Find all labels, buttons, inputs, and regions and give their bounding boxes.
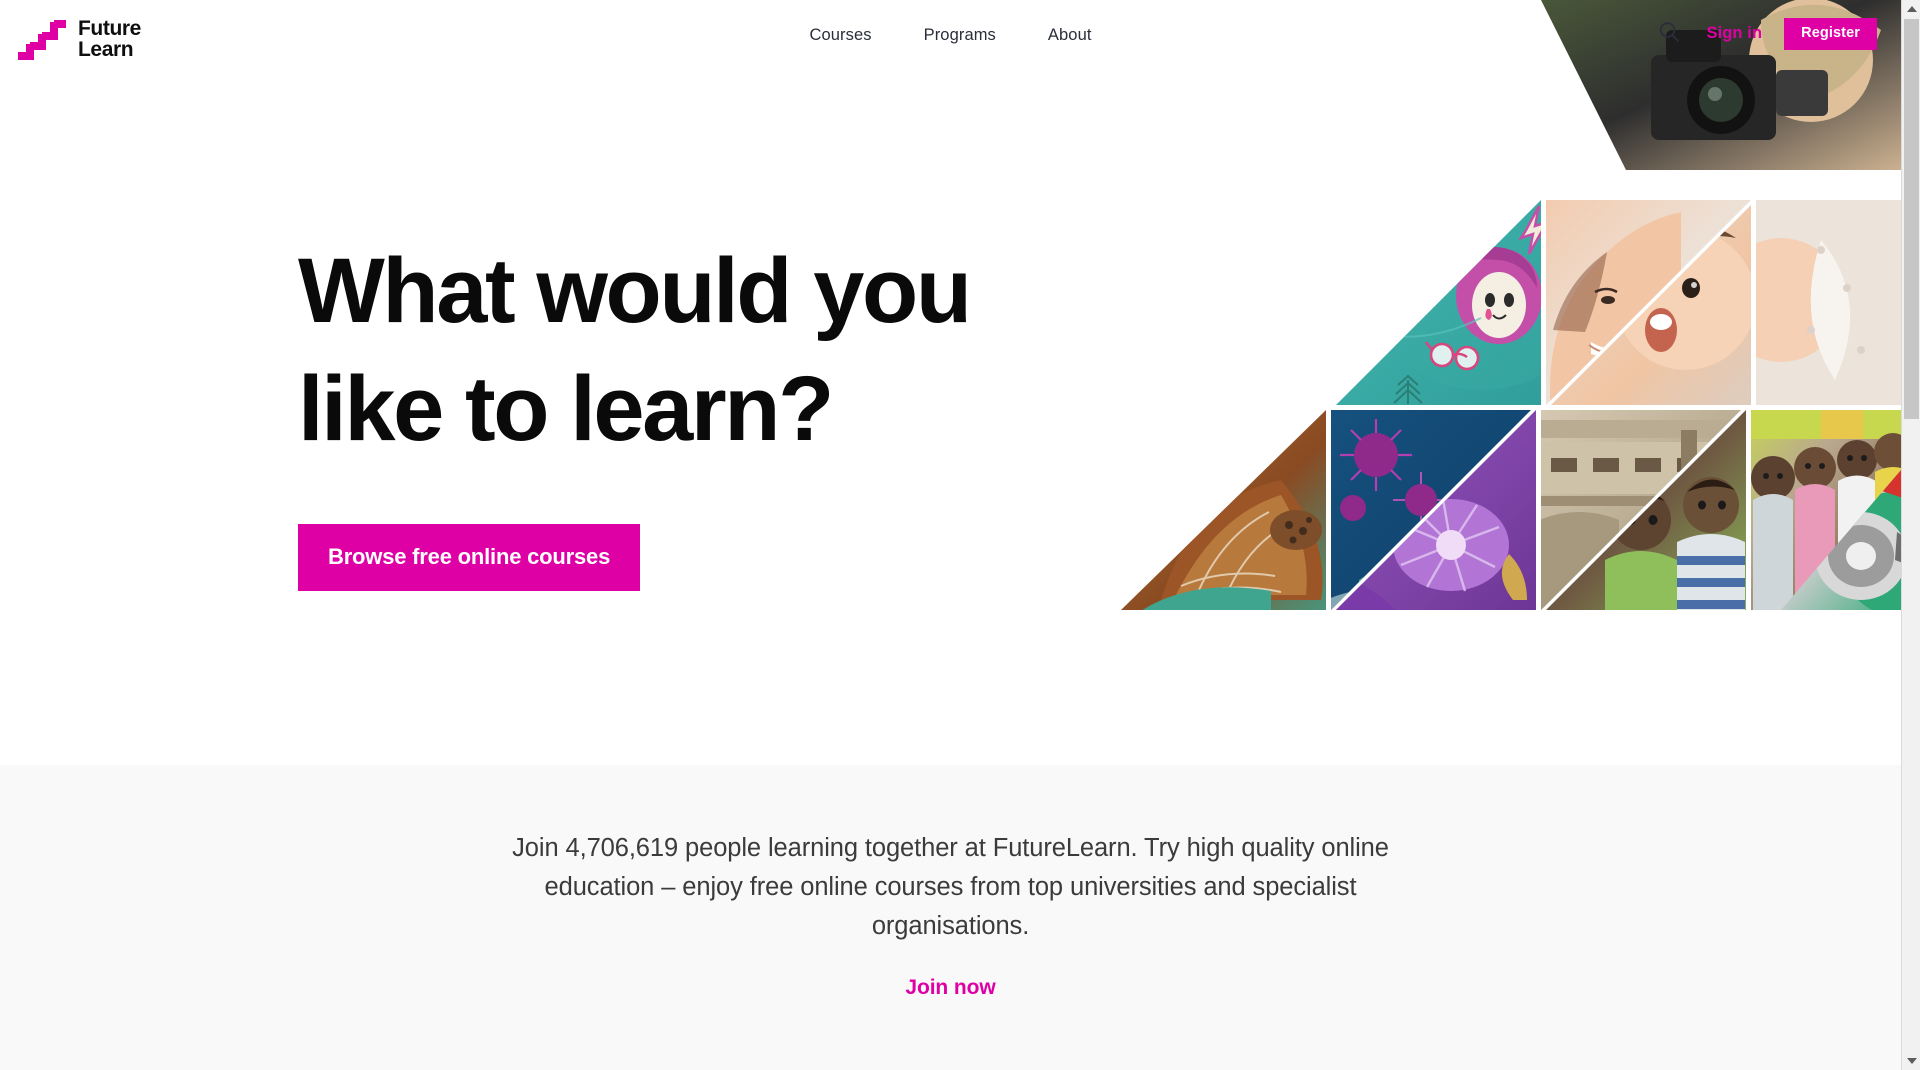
sign-in-link[interactable]: Sign in (1706, 24, 1762, 43)
nav-item-about[interactable]: About (1048, 26, 1092, 45)
join-now-link[interactable]: Join now (905, 976, 995, 1000)
mosaic-tile-teal-illustration (1336, 200, 1541, 405)
hero-copy: What would you like to learn? Browse fre… (298, 232, 972, 591)
nav-item-courses[interactable]: Courses (809, 26, 871, 45)
site-header: Future Learn Courses Programs About Sign… (0, 0, 1901, 79)
scroll-down-arrow[interactable] (1902, 1052, 1920, 1070)
browse-free-online-courses-button[interactable]: Browse free online courses (298, 524, 641, 591)
register-button[interactable]: Register (1784, 18, 1877, 50)
chevron-down-icon (1906, 1058, 1917, 1064)
page-title: What would you like to learn? (298, 232, 972, 468)
scroll-up-arrow[interactable] (1902, 0, 1920, 18)
header-actions: Sign in Register (1654, 18, 1877, 50)
vertical-scrollbar[interactable] (1901, 0, 1920, 1070)
primary-navigation: Courses Programs About (0, 26, 1901, 45)
promo-section: Join 4,706,619 people learning together … (0, 765, 1901, 1070)
hero-image-mosaic (1121, 0, 1901, 765)
nav-item-programs[interactable]: Programs (924, 26, 996, 45)
promo-text: Join 4,706,619 people learning together … (512, 834, 1389, 940)
mosaic-tile-sea-turtle (1121, 410, 1326, 610)
search-button[interactable] (1654, 19, 1684, 49)
page-viewport: What would you like to learn? Browse fre… (0, 0, 1920, 1070)
page-title-line-2: like to learn? (298, 358, 834, 460)
chevron-up-icon (1906, 6, 1917, 12)
hero-section: What would you like to learn? Browse fre… (0, 0, 1901, 765)
scroll-thumb[interactable] (1904, 19, 1919, 419)
search-icon (1658, 21, 1680, 46)
page-title-line-1: What would you (298, 240, 972, 342)
